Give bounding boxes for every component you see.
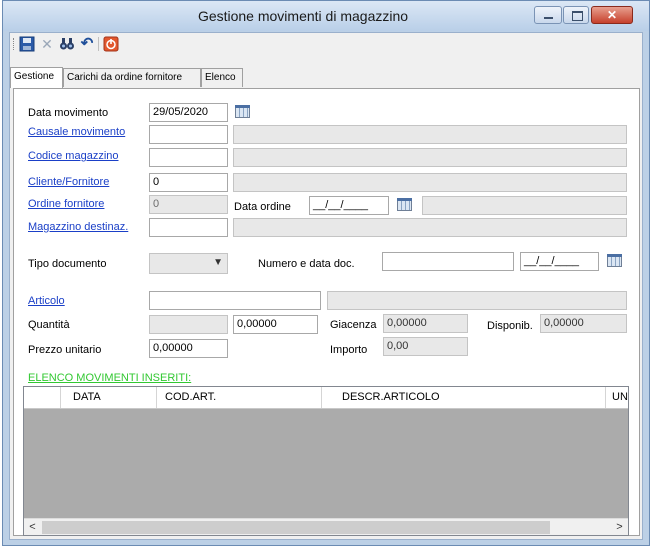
- calendar-icon[interactable]: [605, 252, 625, 270]
- calendar-icon[interactable]: [233, 103, 253, 121]
- magazzino-destinaz-description: [233, 218, 627, 237]
- movements-grid[interactable]: DATA COD.ART. DESCR.ARTICOLO UN < >: [23, 386, 629, 536]
- prezzo-unitario-label: Prezzo unitario: [28, 344, 102, 356]
- quantita-label: Quantità: [28, 319, 70, 331]
- minimize-button[interactable]: [534, 6, 562, 24]
- horizontal-scrollbar[interactable]: < >: [24, 518, 628, 535]
- cliente-fornitore-description: [233, 173, 627, 192]
- maximize-button[interactable]: [563, 6, 589, 24]
- tab-elenco[interactable]: Elenco: [201, 68, 243, 87]
- data-movimento-field[interactable]: 29/05/2020: [149, 103, 228, 122]
- column-descr-articolo[interactable]: DESCR.ARTICOLO: [322, 387, 606, 408]
- row-header-column: [24, 387, 61, 408]
- articolo-field[interactable]: [149, 291, 321, 310]
- toolbar-grip[interactable]: [13, 38, 16, 50]
- calendar-icon[interactable]: [395, 196, 415, 214]
- tab-gestione[interactable]: Gestione: [10, 67, 63, 88]
- title-bar[interactable]: Gestione movimenti di magazzino ✕: [3, 1, 649, 31]
- close-icon: ✕: [606, 8, 618, 22]
- column-data[interactable]: DATA: [61, 387, 157, 408]
- disponib-label: Disponib.: [487, 320, 533, 332]
- data-ordine-field[interactable]: __/__/____: [309, 196, 389, 215]
- cliente-fornitore-field[interactable]: 0: [149, 173, 228, 192]
- scroll-left-icon[interactable]: <: [24, 519, 41, 535]
- codice-magazzino-description: [233, 148, 627, 167]
- causale-movimento-link[interactable]: Causale movimento: [28, 126, 125, 138]
- numero-doc-field[interactable]: [382, 252, 514, 271]
- movements-heading: ELENCO MOVIMENTI INSERITI:: [28, 372, 192, 384]
- ordine-fornitore-description: [422, 196, 627, 215]
- tipo-documento-select[interactable]: ▼: [149, 253, 228, 274]
- cliente-fornitore-link[interactable]: Cliente/Fornitore: [28, 176, 109, 188]
- magazzino-destinaz-link[interactable]: Magazzino destinaz.: [28, 221, 128, 233]
- scrollbar-thumb[interactable]: [42, 521, 550, 534]
- exit-icon: [103, 36, 119, 52]
- find-button[interactable]: [59, 36, 75, 52]
- delete-button[interactable]: ✕: [39, 36, 55, 52]
- numero-data-doc-label: Numero e data doc.: [258, 258, 355, 270]
- giacenza-label: Giacenza: [330, 319, 377, 331]
- toolbar-separator: [98, 37, 99, 51]
- tab-carichi-da-ordine-fornitore[interactable]: Carichi da ordine fornitore: [63, 68, 201, 87]
- column-cod-art[interactable]: COD.ART.: [157, 387, 322, 408]
- delete-icon: ✕: [41, 36, 53, 52]
- exit-button[interactable]: [103, 36, 119, 52]
- causale-movimento-description: [233, 125, 627, 144]
- grid-header: DATA COD.ART. DESCR.ARTICOLO UN: [24, 387, 628, 409]
- articolo-description: [327, 291, 627, 310]
- importo-label: Importo: [330, 344, 368, 356]
- toolbar: ✕ ↶: [10, 33, 642, 55]
- close-button[interactable]: ✕: [591, 6, 633, 24]
- chevron-down-icon: ▼: [213, 257, 223, 268]
- magazzino-destinaz-field[interactable]: [149, 218, 228, 237]
- data-ordine-label: Data ordine: [234, 201, 291, 213]
- disponib-value: 0,00000: [540, 314, 627, 333]
- quantita-field[interactable]: 0,00000: [233, 315, 318, 334]
- save-button[interactable]: [19, 36, 35, 52]
- find-icon: [60, 38, 74, 50]
- causale-movimento-field[interactable]: [149, 125, 228, 144]
- scroll-right-icon[interactable]: >: [611, 519, 628, 535]
- quantita-secondary-field: [149, 315, 228, 334]
- giacenza-value: 0,00000: [383, 314, 468, 333]
- tipo-documento-label: Tipo documento: [28, 258, 107, 270]
- window-title: Gestione movimenti di magazzino: [197, 8, 409, 24]
- undo-icon: ↶: [80, 35, 94, 52]
- importo-value: 0,00: [383, 337, 468, 356]
- codice-magazzino-field[interactable]: [149, 148, 228, 167]
- ordine-fornitore-field: 0: [149, 195, 228, 214]
- data-movimento-label: Data movimento: [28, 107, 109, 119]
- articolo-link[interactable]: Articolo: [28, 295, 65, 307]
- ordine-fornitore-link[interactable]: Ordine fornitore: [28, 198, 104, 210]
- save-icon: [19, 36, 35, 52]
- column-un[interactable]: UN: [606, 387, 628, 408]
- prezzo-unitario-field[interactable]: 0,00000: [149, 339, 228, 358]
- undo-button[interactable]: ↶: [79, 36, 95, 52]
- codice-magazzino-link[interactable]: Codice magazzino: [28, 150, 119, 162]
- data-doc-field[interactable]: __/__/____: [520, 252, 599, 271]
